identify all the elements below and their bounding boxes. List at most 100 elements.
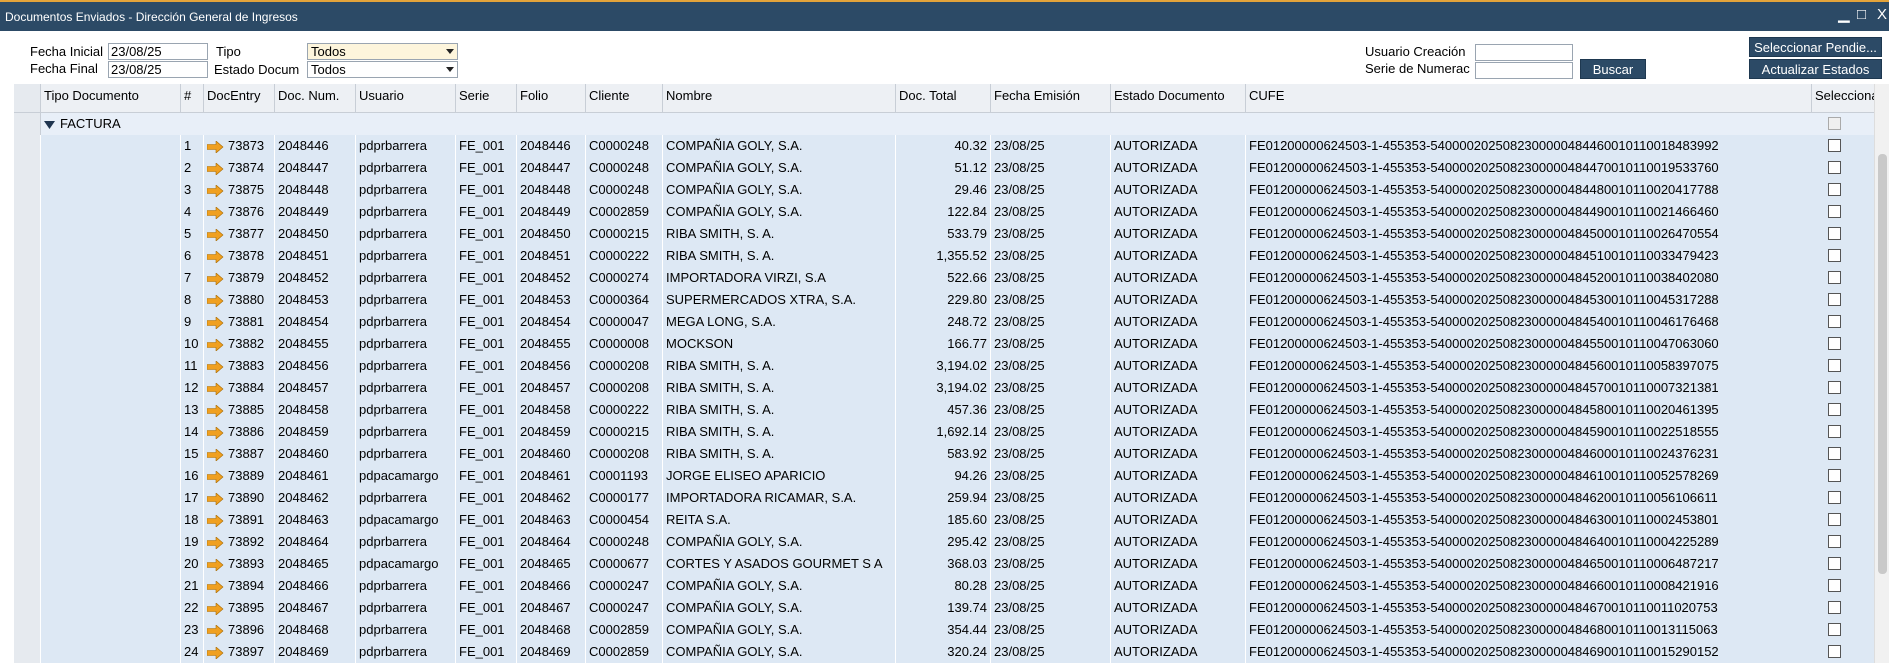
link-arrow-icon[interactable] — [207, 558, 224, 571]
seleccionar-pendientes-button[interactable]: Seleccionar Pendie... — [1749, 37, 1882, 57]
table-row[interactable]: 9 73881 2048454 pdprbarrera FE_001 2048454 C00… — [14, 311, 1874, 334]
row-header[interactable] — [14, 465, 41, 487]
row-header[interactable] — [14, 355, 41, 377]
row-header[interactable] — [14, 641, 41, 663]
cell-docentry[interactable]: 73897 — [203, 641, 274, 663]
row-header[interactable] — [14, 399, 41, 421]
fecha-final-input[interactable]: 23/08/25 — [108, 61, 208, 78]
link-arrow-icon[interactable] — [207, 316, 224, 329]
select-checkbox[interactable] — [1828, 623, 1841, 636]
cell-docentry[interactable]: 73890 — [203, 487, 274, 509]
tipo-select[interactable]: Todos — [307, 43, 458, 60]
select-checkbox[interactable] — [1828, 535, 1841, 548]
select-checkbox[interactable] — [1828, 491, 1841, 504]
cell-docentry[interactable]: 73882 — [203, 333, 274, 355]
cell-docentry[interactable]: 73896 — [203, 619, 274, 641]
table-row[interactable]: 6 73878 2048451 pdprbarrera FE_001 2048451 C00… — [14, 245, 1874, 268]
select-checkbox[interactable] — [1828, 359, 1841, 372]
table-row[interactable]: 5 73877 2048450 pdprbarrera FE_001 2048450 C00… — [14, 223, 1874, 246]
link-arrow-icon[interactable] — [207, 206, 224, 219]
cell-docentry[interactable]: 73884 — [203, 377, 274, 399]
table-row[interactable]: 10 73882 2048455 pdprbarrera FE_001 2048455 C0… — [14, 333, 1874, 356]
select-checkbox[interactable] — [1828, 315, 1841, 328]
actualizar-estados-button[interactable]: Actualizar Estados — [1749, 59, 1882, 79]
close-icon[interactable]: X — [1877, 6, 1887, 24]
select-checkbox[interactable] — [1828, 645, 1841, 658]
select-checkbox[interactable] — [1828, 139, 1841, 152]
row-header[interactable] — [14, 509, 41, 531]
row-header[interactable] — [14, 421, 41, 443]
table-row[interactable]: 8 73880 2048453 pdprbarrera FE_001 2048453 C00… — [14, 289, 1874, 312]
link-arrow-icon[interactable] — [207, 470, 224, 483]
link-arrow-icon[interactable] — [207, 624, 224, 637]
table-row[interactable]: 16 73889 2048461 pdpacamargo FE_001 2048461 C0… — [14, 465, 1874, 488]
table-row[interactable]: 3 73875 2048448 pdprbarrera FE_001 2048448 C00… — [14, 179, 1874, 202]
select-checkbox[interactable] — [1828, 557, 1841, 570]
column-header-estado-documento[interactable]: Estado Documento — [1110, 84, 1245, 112]
table-row[interactable]: 23 73896 2048468 pdprbarrera FE_001 2048468 C0… — [14, 619, 1874, 642]
select-checkbox[interactable] — [1828, 403, 1841, 416]
link-arrow-icon[interactable] — [207, 580, 224, 593]
cell-docentry[interactable]: 73893 — [203, 553, 274, 575]
link-arrow-icon[interactable] — [207, 492, 224, 505]
link-arrow-icon[interactable] — [207, 426, 224, 439]
serie-numeracion-input[interactable] — [1475, 62, 1573, 79]
cell-docentry[interactable]: 73881 — [203, 311, 274, 333]
link-arrow-icon[interactable] — [207, 382, 224, 395]
usuario-creacion-input[interactable] — [1475, 44, 1573, 61]
table-row[interactable]: 19 73892 2048464 pdprbarrera FE_001 2048464 C0… — [14, 531, 1874, 554]
select-checkbox[interactable] — [1828, 381, 1841, 394]
link-arrow-icon[interactable] — [207, 404, 224, 417]
table-row[interactable]: 22 73895 2048467 pdprbarrera FE_001 2048467 C0… — [14, 597, 1874, 620]
table-row[interactable]: 24 73897 2048469 pdprbarrera FE_001 2048469 C0… — [14, 641, 1874, 663]
column-header-cufe[interactable]: CUFE — [1245, 84, 1811, 112]
link-arrow-icon[interactable] — [207, 360, 224, 373]
row-header[interactable] — [14, 135, 41, 157]
group-select-checkbox[interactable] — [1828, 117, 1841, 130]
column-header-doc-total[interactable]: Doc. Total — [895, 84, 990, 112]
link-arrow-icon[interactable] — [207, 228, 224, 241]
row-header[interactable] — [14, 619, 41, 641]
column-header-serie[interactable]: Serie — [455, 84, 516, 112]
column-header-num[interactable]: # — [180, 84, 203, 112]
table-row[interactable]: 2 73874 2048447 pdprbarrera FE_001 2048447 C00… — [14, 157, 1874, 180]
cell-docentry[interactable]: 73885 — [203, 399, 274, 421]
link-arrow-icon[interactable] — [207, 536, 224, 549]
link-arrow-icon[interactable] — [207, 184, 224, 197]
select-checkbox[interactable] — [1828, 183, 1841, 196]
column-header-usuario[interactable]: Usuario — [355, 84, 455, 112]
group-row-factura[interactable]: FACTURA — [14, 113, 1874, 136]
table-row[interactable]: 13 73885 2048458 pdprbarrera FE_001 2048458 C0… — [14, 399, 1874, 422]
table-row[interactable]: 21 73894 2048466 pdprbarrera FE_001 2048466 C0… — [14, 575, 1874, 598]
link-arrow-icon[interactable] — [207, 514, 224, 527]
select-checkbox[interactable] — [1828, 579, 1841, 592]
column-header-doc-num[interactable]: Doc. Num. — [274, 84, 355, 112]
link-arrow-icon[interactable] — [207, 602, 224, 615]
cell-docentry[interactable]: 73876 — [203, 201, 274, 223]
column-header-tipo-documento[interactable]: Tipo Documento — [40, 84, 180, 112]
select-checkbox[interactable] — [1828, 205, 1841, 218]
select-checkbox[interactable] — [1828, 601, 1841, 614]
row-header[interactable] — [14, 223, 41, 245]
row-header[interactable] — [14, 597, 41, 619]
link-arrow-icon[interactable] — [207, 140, 224, 153]
vertical-scrollbar[interactable] — [1874, 84, 1889, 663]
cell-docentry[interactable]: 73895 — [203, 597, 274, 619]
table-row[interactable]: 1 73873 2048446 pdprbarrera FE_001 2048446 C00… — [14, 135, 1874, 158]
table-row[interactable]: 14 73886 2048459 pdprbarrera FE_001 2048459 C0… — [14, 421, 1874, 444]
cell-docentry[interactable]: 73878 — [203, 245, 274, 267]
cell-docentry[interactable]: 73883 — [203, 355, 274, 377]
cell-docentry[interactable]: 73886 — [203, 421, 274, 443]
column-header-fecha-emision[interactable]: Fecha Emisión — [990, 84, 1110, 112]
table-row[interactable]: 20 73893 2048465 pdpacamargo FE_001 2048465 C0… — [14, 553, 1874, 576]
minimize-icon[interactable]: ▁ — [1838, 6, 1850, 24]
row-header[interactable] — [14, 267, 41, 289]
cell-docentry[interactable]: 73873 — [203, 135, 274, 157]
cell-docentry[interactable]: 73874 — [203, 157, 274, 179]
cell-docentry[interactable]: 73879 — [203, 267, 274, 289]
link-arrow-icon[interactable] — [207, 646, 224, 659]
link-arrow-icon[interactable] — [207, 272, 224, 285]
row-header[interactable] — [14, 245, 41, 267]
row-header[interactable] — [14, 553, 41, 575]
table-row[interactable]: 12 73884 2048457 pdprbarrera FE_001 2048457 C0… — [14, 377, 1874, 400]
